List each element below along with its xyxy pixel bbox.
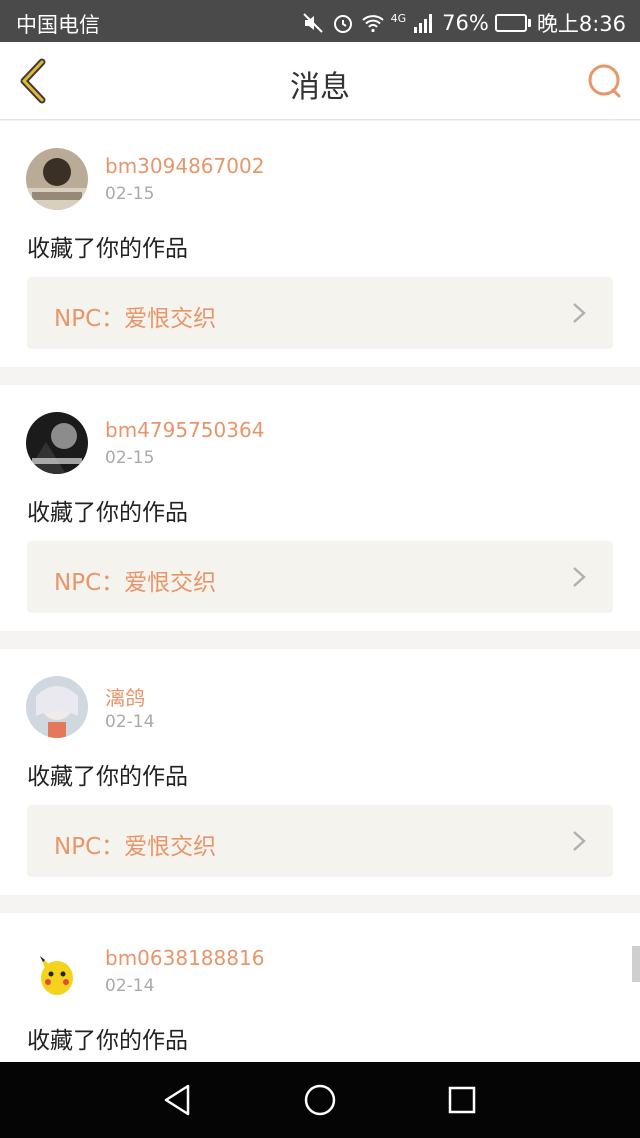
nav-recents-button[interactable] [444, 1082, 480, 1118]
notification-item: 漓鸽 02-14 收藏了你的作品 NPC：爱恨交织 [0, 649, 640, 895]
nav-home-button[interactable] [302, 1082, 338, 1118]
alarm-icon [331, 11, 355, 35]
notification-item: bm4795750364 02-15 收藏了你的作品 NPC：爱恨交织 [0, 385, 640, 631]
scrollbar-thumb[interactable] [632, 946, 640, 982]
avatar[interactable] [26, 676, 88, 738]
work-link[interactable]: NPC：爱恨交织 [27, 277, 613, 349]
username[interactable]: bm0638188816 [105, 946, 264, 970]
notification-list: bm3094867002 02-15 收藏了你的作品 NPC：爱恨交织 bm47… [0, 121, 640, 1138]
system-navigation-bar [0, 1062, 640, 1138]
nav-back-button[interactable] [160, 1082, 196, 1118]
date: 02-14 [105, 976, 155, 996]
date: 02-14 [105, 712, 155, 732]
circle-home-icon [304, 1084, 336, 1116]
message-text: 收藏了你的作品 [27, 236, 188, 262]
work-link[interactable]: NPC：爱恨交织 [27, 541, 613, 613]
chevron-right-icon [573, 303, 586, 323]
work-label: NPC：爱恨交织 [54, 570, 217, 596]
battery-percent: 76% [442, 11, 489, 35]
screen: 中国电信 4G 76% 晚上8:36 消息 bm3094867002 02-15… [0, 0, 640, 1138]
clock: 晚上8:36 [536, 12, 626, 36]
username[interactable]: bm3094867002 [105, 154, 264, 178]
search-icon [588, 64, 621, 98]
carrier-label: 中国电信 [16, 13, 100, 37]
work-label: NPC：爱恨交织 [54, 306, 217, 332]
triangle-back-icon [164, 1084, 190, 1116]
wifi-icon [361, 11, 385, 35]
message-text: 收藏了你的作品 [27, 764, 188, 790]
page-title: 消息 [290, 70, 350, 105]
chevron-right-icon [573, 567, 586, 587]
battery-icon [494, 14, 531, 32]
work-link[interactable]: NPC：爱恨交织 [27, 805, 613, 877]
date: 02-15 [105, 184, 155, 204]
status-icons: 4G 76% 晚上8:36 [301, 8, 626, 38]
square-recents-icon [448, 1086, 476, 1114]
username[interactable]: 漓鸽 [105, 682, 145, 711]
status-bar: 中国电信 4G 76% 晚上8:36 [0, 0, 640, 42]
avatar[interactable] [26, 148, 88, 210]
avatar[interactable] [26, 940, 88, 1002]
message-text: 收藏了你的作品 [27, 1028, 188, 1054]
app-header: 消息 [0, 42, 640, 120]
notification-item: bm3094867002 02-15 收藏了你的作品 NPC：爱恨交织 [0, 121, 640, 367]
network-type: 4G [390, 11, 407, 25]
avatar[interactable] [26, 412, 88, 474]
date: 02-15 [105, 448, 155, 468]
search-button[interactable] [586, 62, 624, 100]
mute-icon [301, 11, 325, 35]
username[interactable]: bm4795750364 [105, 418, 264, 442]
message-text: 收藏了你的作品 [27, 500, 188, 526]
chevron-right-icon [573, 831, 586, 851]
work-label: NPC：爱恨交织 [54, 834, 217, 860]
signal-icon [412, 11, 436, 35]
